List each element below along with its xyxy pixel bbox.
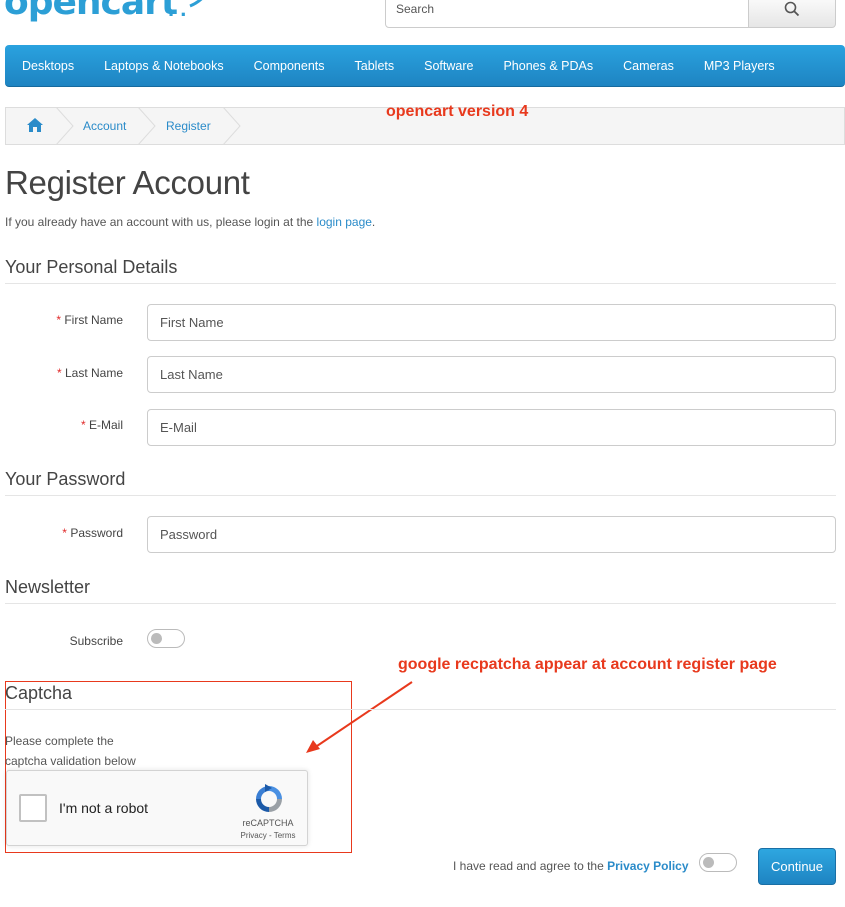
- main-menu: Desktops Laptops & Notebooks Components …: [5, 45, 845, 87]
- breadcrumb-separator: [137, 107, 156, 145]
- search-button[interactable]: [749, 0, 836, 28]
- logo-dots: . .: [168, 0, 187, 21]
- toggle-knob: [703, 857, 714, 868]
- email-label: * E-Mail: [5, 418, 123, 432]
- divider: [5, 709, 836, 710]
- password-heading: Your Password: [5, 469, 126, 489]
- required-marker: *: [80, 418, 86, 432]
- password-field[interactable]: [147, 516, 836, 553]
- menu-item-cameras[interactable]: Cameras: [623, 59, 674, 73]
- continue-button[interactable]: Continue: [758, 848, 836, 885]
- login-hint: If you already have an account with us, …: [5, 215, 375, 229]
- captcha-instructions: Please complete the captcha validation b…: [5, 734, 136, 768]
- breadcrumb-separator: [55, 107, 74, 145]
- menu-item-desktops[interactable]: Desktops: [22, 59, 74, 73]
- version-annotation: opencart version 4: [386, 103, 529, 120]
- menu-item-mp3-players[interactable]: MP3 Players: [704, 59, 775, 73]
- recaptcha-privacy-link[interactable]: Privacy: [241, 831, 267, 840]
- divider: [5, 495, 836, 496]
- last-name-label-text: Last Name: [64, 366, 123, 380]
- search-icon: [784, 1, 800, 17]
- subscribe-label: Subscribe: [69, 634, 123, 648]
- recaptcha-checkbox[interactable]: [19, 794, 47, 822]
- recaptcha-label: I'm not a robot: [59, 800, 149, 816]
- first-name-label: * First Name: [5, 313, 123, 327]
- breadcrumb-register-link[interactable]: Register: [166, 119, 211, 133]
- required-marker: *: [62, 526, 67, 540]
- agree-toggle[interactable]: [699, 853, 737, 872]
- home-icon[interactable]: [26, 117, 44, 133]
- recaptcha-terms-link[interactable]: Terms: [274, 831, 296, 840]
- logo-cart-icon: [189, 0, 203, 8]
- newsletter-toggle[interactable]: [147, 629, 185, 648]
- login-page-link[interactable]: login page: [317, 215, 372, 229]
- agree-text: I have read and agree to the Privacy Pol…: [453, 859, 689, 873]
- recaptcha-brand: reCAPTCHA: [242, 818, 294, 828]
- newsletter-heading: Newsletter: [5, 577, 91, 597]
- recaptcha-links: Privacy - Terms: [229, 831, 307, 840]
- last-name-label: * Last Name: [5, 366, 123, 380]
- captcha-heading: Captcha: [5, 683, 73, 703]
- page-title: Register Account: [5, 164, 250, 201]
- password-label: * Password: [5, 526, 123, 540]
- menu-item-phones-pdas[interactable]: Phones & PDAs: [503, 59, 593, 73]
- divider: [5, 603, 836, 604]
- login-hint-text: If you already have an account with us, …: [5, 215, 317, 229]
- privacy-policy-link[interactable]: Privacy Policy: [607, 859, 688, 873]
- last-name-field[interactable]: [147, 356, 836, 393]
- opencart-logo[interactable]: opencart: [4, 0, 178, 23]
- toggle-knob: [151, 633, 162, 644]
- recaptcha-logo-icon: [256, 784, 282, 812]
- email-field[interactable]: [147, 409, 836, 446]
- breadcrumb-separator: [222, 107, 241, 145]
- menu-item-tablets[interactable]: Tablets: [355, 59, 395, 73]
- menu-item-laptops-notebooks[interactable]: Laptops & Notebooks: [104, 59, 224, 73]
- recaptcha-widget: I'm not a robot reCAPTCHA Privacy - Term…: [6, 770, 308, 846]
- captcha-annotation: google recpatcha appear at account regis…: [398, 656, 777, 673]
- email-label-text: E-Mail: [88, 418, 123, 432]
- menu-item-software[interactable]: Software: [424, 59, 473, 73]
- agree-text-prefix: I have read and agree to the: [453, 859, 608, 873]
- divider: [5, 283, 836, 284]
- required-marker: *: [56, 366, 62, 380]
- first-name-field[interactable]: [147, 304, 836, 341]
- recaptcha-links-separator: -: [266, 831, 274, 840]
- required-marker: *: [56, 313, 61, 327]
- login-hint-suffix: .: [371, 215, 376, 229]
- password-label-text: Password: [70, 526, 123, 540]
- first-name-label-text: First Name: [64, 313, 123, 327]
- menu-item-components[interactable]: Components: [254, 59, 325, 73]
- breadcrumb-account-link[interactable]: Account: [83, 119, 126, 133]
- search-input[interactable]: [385, 0, 749, 28]
- personal-details-heading: Your Personal Details: [5, 257, 178, 277]
